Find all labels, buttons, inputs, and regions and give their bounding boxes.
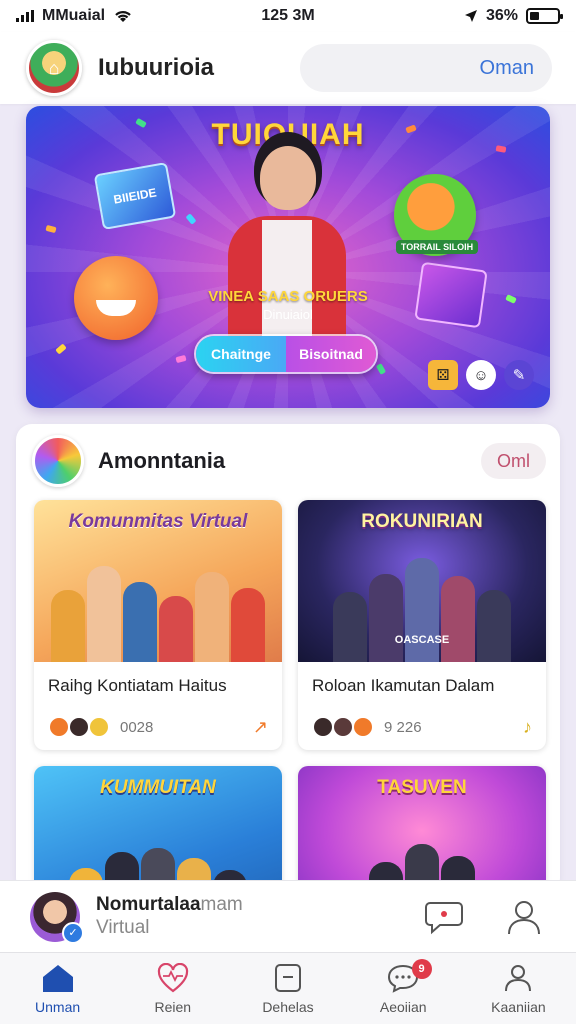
hero-left-button[interactable]: Chaitnge: [196, 336, 286, 372]
profile-name-suffix: mam: [200, 894, 243, 915]
hero-sticker: TORRAIL SILOIH: [396, 240, 478, 254]
member-avatar: [48, 716, 70, 738]
hero-caption-line1: VINEA SAAS ORUERS: [208, 288, 368, 305]
bottom-nav: Unman Reien Dehelas 9 Aeoiian Kaaniian: [0, 952, 576, 1024]
card-people: [44, 552, 272, 662]
profile-subtitle: Virtual: [96, 917, 150, 938]
card-image: ROKUNIRIAN OASCASE: [298, 500, 546, 662]
nav-item-aeoiian[interactable]: 9 Aeoiian: [346, 953, 461, 1024]
nav-item-reien[interactable]: Reien: [115, 953, 230, 1024]
community-section: Amonntania Oml Komunmitas Virtual Raihg …: [16, 424, 560, 1016]
battery-percent: 36%: [485, 7, 518, 24]
card-caption: Roloan Ikamutan Dalam: [312, 676, 495, 695]
location-arrow-icon: [464, 10, 477, 22]
hero-caption: VINEA SAAS ORUERS Dinuiaiol: [26, 288, 550, 322]
card-meta: 0028 ↗: [48, 716, 268, 738]
community-avatar[interactable]: [32, 435, 84, 487]
music-note-icon: ♪: [523, 716, 532, 737]
nav-item-dehelas[interactable]: Dehelas: [230, 953, 345, 1024]
card-image-subtitle: OASCASE: [394, 634, 450, 646]
nav-label: Unman: [35, 998, 81, 1015]
arrow-icon: ↗: [252, 716, 268, 737]
app-header: ⌂ Iubuurioia Oman: [0, 32, 576, 104]
app-title: Iubuurioia: [98, 54, 214, 81]
nav-label: Aeoiian: [379, 998, 427, 1015]
nav-label: Dehelas: [262, 998, 314, 1015]
wifi-icon: [115, 11, 131, 22]
member-count: 0028: [120, 718, 154, 736]
community-pill-button[interactable]: Oml: [481, 443, 546, 479]
dice-icon[interactable]: ⚄: [428, 360, 458, 390]
nav-label: Kaaniian: [491, 998, 546, 1015]
profile-name: Nomurtalaamam: [96, 894, 386, 916]
tablet-icon: [275, 963, 301, 992]
search-bar[interactable]: Oman: [300, 44, 552, 92]
app-logo[interactable]: ⌂: [26, 40, 82, 96]
hero-right-button[interactable]: Bisoitnad: [286, 336, 376, 372]
clock: 125 3M: [261, 7, 315, 24]
nav-label: Reien: [154, 998, 192, 1015]
community-card[interactable]: Komunmitas Virtual Raihg Kontiatam Haitu…: [34, 500, 282, 750]
card-image-title: Komunmitas Virtual: [68, 511, 248, 532]
hero-presenter: [222, 146, 352, 366]
status-bar: MMuaial 125 3M 36%: [0, 0, 576, 32]
user-icon[interactable]: [502, 895, 546, 939]
heart-icon: [157, 962, 188, 992]
community-title: Amonntania: [98, 448, 226, 473]
card-image: Komunmitas Virtual: [34, 500, 282, 662]
member-avatar: [352, 716, 374, 738]
nav-item-kaaniian[interactable]: Kaaniian: [461, 953, 576, 1024]
battery-icon: [526, 8, 563, 24]
community-header: Amonntania Oml: [16, 424, 560, 498]
chat-bubble-icon[interactable]: [422, 895, 466, 939]
carrier-label: MMuaial: [42, 7, 106, 24]
avatar-icon[interactable]: ☺: [466, 360, 496, 390]
member-count: 9 226: [384, 718, 422, 736]
card-image-title: KUMMUITAN: [100, 777, 216, 798]
pen-icon[interactable]: ✎: [504, 360, 534, 390]
profile-name-main: Nomurtalaa: [96, 894, 201, 915]
notification-badge: 9: [411, 959, 432, 979]
member-avatar: [88, 716, 110, 738]
home-icon: [42, 964, 73, 992]
house-icon: ⌂: [48, 57, 60, 78]
profile-avatar[interactable]: [30, 891, 84, 944]
card-caption: Raihg Kontiatam Haitus: [48, 676, 227, 695]
hero-caption-line2: Dinuiaiol: [263, 307, 313, 322]
community-card[interactable]: ROKUNIRIAN OASCASE Roloan Ikamutan Dalam…: [298, 500, 546, 750]
search-label: Oman: [479, 56, 534, 79]
card-image-title: TASUVEN: [377, 777, 467, 798]
hero-banner[interactable]: TUIOUIAH BIIEIDE TORRAIL SILOIH VINEA SA…: [26, 106, 550, 408]
card-image-title: ROKUNIRIAN: [361, 511, 483, 532]
profile-icon: [505, 964, 532, 991]
hero-button-group: Chaitnge Bisoitnad: [194, 334, 378, 374]
member-avatar: [312, 716, 334, 738]
nav-item-home[interactable]: Unman: [0, 953, 115, 1024]
member-avatar: [68, 716, 90, 738]
card-meta: 9 226 ♪: [312, 716, 532, 738]
signal-icon: [16, 10, 34, 22]
hero-icon-row: ⚄ ☺ ✎: [428, 360, 534, 390]
profile-names: Nomurtalaamam Virtual: [96, 894, 386, 939]
member-avatar: [332, 716, 354, 738]
mini-profile-bar[interactable]: Nomurtalaamam Virtual: [0, 880, 576, 952]
game-card-left-text: BIIEIDE: [112, 185, 158, 207]
